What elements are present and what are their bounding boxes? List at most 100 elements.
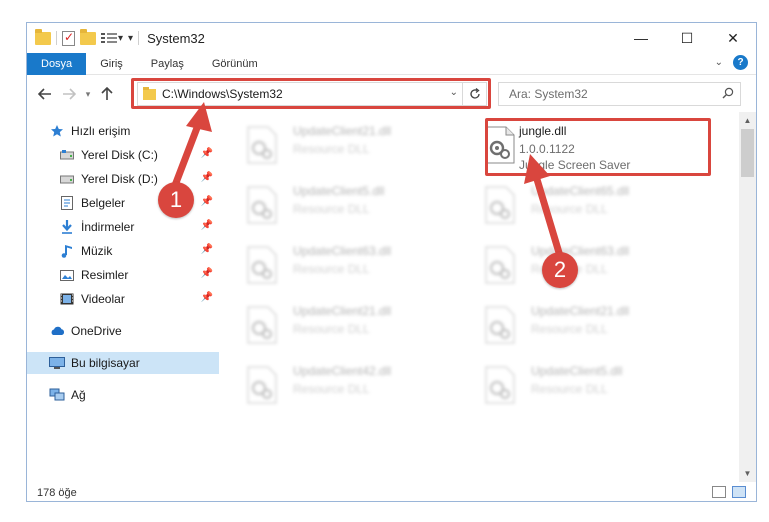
details-view-icon[interactable] xyxy=(712,486,726,498)
file-name: UpdateClient21.dll xyxy=(531,304,630,318)
pin-icon[interactable]: 📌 xyxy=(201,268,213,279)
new-folder-icon[interactable] xyxy=(80,28,96,45)
minimize-button[interactable]: — xyxy=(618,23,664,53)
window-title: System32 xyxy=(147,30,205,46)
computer-icon xyxy=(49,356,65,370)
window-controls: — ☐ ✕ xyxy=(618,23,756,53)
file-description: Resource DLL xyxy=(293,142,370,156)
maximize-button[interactable]: ☐ xyxy=(664,23,710,53)
up-button[interactable] xyxy=(95,82,119,106)
dll-file-icon xyxy=(247,126,277,164)
explorer-window: ▾ ▾ System32 — ☐ ✕ Dosya Giriş Paylaş Gö… xyxy=(26,22,757,502)
up-arrow-icon xyxy=(101,87,113,100)
drive-icon xyxy=(59,172,75,186)
quick-access-toolbar: ▾ ▾ xyxy=(27,28,140,46)
nav-label: Videolar xyxy=(81,292,125,306)
file-name: UpdateClient5.dll xyxy=(531,364,623,378)
file-item[interactable]: UpdateClient42.dll Resource DLL xyxy=(219,358,449,416)
file-item[interactable]: UpdateClient5.dll Resource DLL xyxy=(457,358,687,416)
folder-icon xyxy=(35,28,51,45)
pin-icon[interactable]: 📌 xyxy=(201,220,213,231)
nav-label: İndirmeler xyxy=(81,220,135,234)
file-item[interactable]: UpdateClient21.dll Resource DLL xyxy=(219,298,449,356)
close-button[interactable]: ✕ xyxy=(710,23,756,53)
file-description: Resource DLL xyxy=(293,262,370,276)
file-name: UpdateClient21.dll xyxy=(293,304,392,318)
tiles-view-icon[interactable] xyxy=(732,486,746,498)
nav-label: Bu bilgisayar xyxy=(71,356,140,370)
title-bar: ▾ ▾ System32 — ☐ ✕ xyxy=(27,23,756,53)
customize-toolbar-icon[interactable]: ▾ xyxy=(101,32,123,44)
vertical-scrollbar[interactable]: ▲ ▼ xyxy=(739,112,756,482)
nav-network[interactable]: Ağ xyxy=(27,384,219,406)
file-name: UpdateClient63.dll xyxy=(293,244,392,258)
forward-button[interactable] xyxy=(57,82,81,106)
dll-file-icon xyxy=(485,246,515,284)
nav-label: Yerel Disk (D:) xyxy=(81,172,158,186)
nav-item-pictures[interactable]: Resimler 📌 xyxy=(27,264,219,286)
file-item[interactable]: UpdateClient21.dll Resource DLL xyxy=(457,298,687,356)
network-icon xyxy=(49,388,65,402)
address-row: ▾ C:\Windows\System32 ⌄ Ara: System32 xyxy=(27,76,756,112)
dll-file-icon xyxy=(247,186,277,224)
file-item[interactable]: UpdateClient63.dll Resource DLL xyxy=(219,238,449,296)
back-arrow-icon xyxy=(38,88,51,100)
dll-file-icon xyxy=(485,186,515,224)
view-buttons xyxy=(712,486,746,498)
drive-icon xyxy=(59,148,75,162)
scroll-thumb[interactable] xyxy=(741,129,754,177)
dll-file-icon xyxy=(485,306,515,344)
dll-file-icon xyxy=(247,366,277,404)
recent-locations-icon[interactable]: ▾ xyxy=(81,89,95,100)
back-button[interactable] xyxy=(33,82,57,106)
ribbon-right: ⌄ ? xyxy=(715,55,748,70)
search-placeholder: Ara: System32 xyxy=(509,87,588,101)
pin-icon[interactable]: 📌 xyxy=(201,292,213,303)
nav-label: Hızlı erişim xyxy=(71,124,131,138)
nav-onedrive[interactable]: OneDrive xyxy=(27,320,219,342)
help-icon[interactable]: ? xyxy=(733,55,748,70)
search-icon[interactable] xyxy=(722,87,734,99)
file-highlight xyxy=(485,118,711,176)
nav-label: Belgeler xyxy=(81,196,126,210)
file-name: UpdateClient21.dll xyxy=(293,124,392,138)
dll-file-icon xyxy=(485,366,515,404)
file-description: Resource DLL xyxy=(293,202,370,216)
nav-item-videos[interactable]: Videolar 📌 xyxy=(27,288,219,310)
tab-share[interactable]: Paylaş xyxy=(137,53,198,75)
scroll-up-icon[interactable]: ▲ xyxy=(739,112,756,129)
search-box[interactable]: Ara: System32 xyxy=(498,82,741,106)
music-icon xyxy=(59,244,75,258)
documents-icon xyxy=(59,196,75,210)
toolbar-dropdown-icon[interactable]: ▾ xyxy=(128,33,133,44)
callout-badge-2: 2 xyxy=(542,252,578,288)
nav-label: OneDrive xyxy=(71,324,122,338)
nav-label: Resimler xyxy=(81,268,129,282)
nav-this-pc[interactable]: Bu bilgisayar xyxy=(27,352,219,374)
toolbar-divider xyxy=(56,31,57,45)
nav-item-downloads[interactable]: İndirmeler 📌 xyxy=(27,216,219,238)
forward-arrow-icon xyxy=(63,88,76,100)
file-description: Resource DLL xyxy=(293,322,370,336)
file-description: Resource DLL xyxy=(531,322,608,336)
pictures-icon xyxy=(59,268,75,282)
properties-icon[interactable] xyxy=(62,30,75,46)
nav-item-music[interactable]: Müzik 📌 xyxy=(27,240,219,262)
file-item[interactable]: UpdateClient21.dll Resource DLL xyxy=(219,118,449,176)
star-icon xyxy=(49,124,65,138)
nav-label: Ağ xyxy=(71,388,86,402)
scroll-down-icon[interactable]: ▼ xyxy=(739,465,756,482)
file-description: Resource DLL xyxy=(531,382,608,396)
file-item[interactable]: UpdateClient5.dll Resource DLL xyxy=(219,178,449,236)
expand-ribbon-icon[interactable]: ⌄ xyxy=(715,57,723,68)
item-count: 178 öğe xyxy=(37,486,77,499)
videos-icon xyxy=(59,292,75,306)
tab-view[interactable]: Görünüm xyxy=(198,53,272,75)
download-icon xyxy=(59,220,75,234)
pin-icon[interactable]: 📌 xyxy=(201,244,213,255)
nav-label: Yerel Disk (C:) xyxy=(81,148,158,162)
nav-label: Müzik xyxy=(81,244,113,258)
tab-file[interactable]: Dosya xyxy=(27,52,87,75)
file-name: UpdateClient42.dll xyxy=(293,364,392,378)
tab-home[interactable]: Giriş xyxy=(86,53,137,75)
